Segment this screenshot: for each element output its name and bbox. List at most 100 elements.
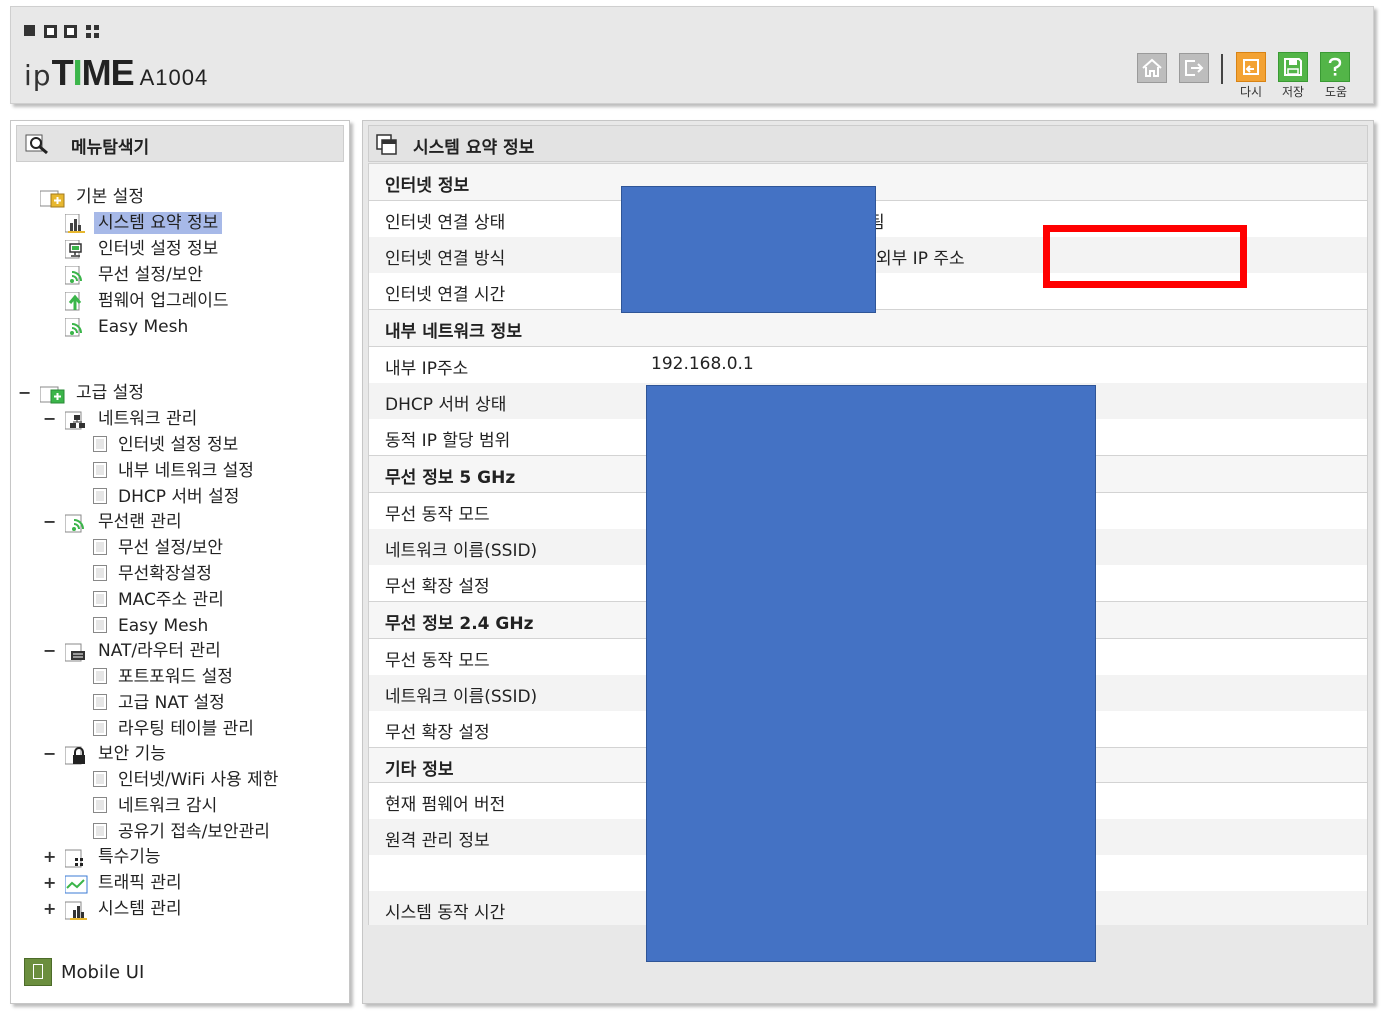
tree-network-management[interactable]: 네트워크 관리 [94,408,201,430]
tree-internet-settings-basic[interactable]: 인터넷 설정 정보 [94,238,222,260]
content-title: 시스템 요약 정보 [413,138,535,158]
tree-traffic-management[interactable]: 트래픽 관리 [94,872,186,894]
reload-label[interactable]: 다시 [1231,83,1271,100]
tree-network-monitor[interactable]: 네트워크 감시 [114,795,221,817]
page-icon [93,694,107,710]
tree-dhcp-settings[interactable]: DHCP 서버 설정 [114,486,243,508]
tree-firmware-upgrade[interactable]: 펌웨어 업그레이드 [94,290,233,312]
traffic-chart-icon [64,875,88,895]
page-icon [93,823,107,839]
tree-port-forward[interactable]: 포트포워드 설정 [114,666,237,688]
page-icon [93,436,107,452]
brand-letter: T [51,52,74,93]
tree-nat-router[interactable]: NAT/라우터 관리 [94,640,225,662]
window-icon [376,134,397,155]
expand-toggle[interactable]: + [43,873,56,892]
wifi-icon [64,317,85,338]
tree-system-summary[interactable]: 시스템 요약 정보 [94,212,223,234]
row-label: 네트워크 이름(SSID) [385,541,538,561]
row-label: 무선 확장 설정 [385,577,490,597]
wifi-icon [64,514,85,534]
tree-internet-settings[interactable]: 인터넷 설정 정보 [114,434,242,456]
menu-navigator-header: 메뉴탐색기 [16,125,344,162]
save-button[interactable] [1278,52,1308,82]
page-icon [93,771,107,787]
logout-button[interactable] [1179,53,1209,83]
row-label: 무선 동작 모드 [385,505,490,525]
tree-router-access-security[interactable]: 공유기 접속/보안관리 [114,821,274,843]
logo-squares-icon [24,25,114,39]
row-label: DHCP 서버 상태 [385,395,507,415]
save-label[interactable]: 저장 [1273,83,1313,100]
section-lan: 내부 네트워크 정보 [369,309,1367,347]
monitor-icon [64,239,85,260]
tree-wireless-security[interactable]: 무선 설정/보안 [114,537,227,559]
expand-toggle[interactable]: + [43,899,56,918]
tree-wireless-management[interactable]: 무선랜 관리 [94,511,186,533]
reload-button[interactable] [1236,52,1266,82]
tree-routing-table[interactable]: 라우팅 테이블 관리 [114,718,258,740]
help-label[interactable]: 도움 [1316,83,1356,100]
tree-special-functions[interactable]: 특수기능 [94,846,165,868]
tree-wireless-extension[interactable]: 무선확장설정 [114,563,216,585]
tree-advanced-nat[interactable]: 고급 NAT 설정 [114,692,229,714]
tree-wireless-security-basic[interactable]: 무선 설정/보안 [94,264,207,286]
help-button[interactable] [1320,52,1350,82]
row-label: 무선 동작 모드 [385,651,490,671]
tree-basic-settings[interactable]: 기본 설정 [72,186,148,208]
tree-easy-mesh-basic[interactable]: Easy Mesh [94,316,192,338]
lock-icon [64,746,85,766]
row-label: 네트워크 이름(SSID) [385,687,538,707]
tree-lan-settings[interactable]: 내부 네트워크 설정 [114,460,258,482]
magnifier-icon [25,134,48,155]
page-icon [93,488,107,504]
home-icon [1142,58,1162,77]
row-label: 원격 관리 정보 [385,831,490,851]
section-title: 기타 정보 [385,760,454,780]
row-label: 무선 확장 설정 [385,723,490,743]
row-label: 현재 펌웨어 버전 [385,795,506,815]
brand-time: TIME [51,52,135,93]
page-icon [93,720,107,736]
collapse-toggle[interactable]: − [43,409,56,428]
section-title: 무선 정보 5 GHz [385,468,516,488]
menu-navigator-title: 메뉴탐색기 [71,138,150,158]
row-lan-ip: 내부 IP주소 192.168.0.1 [369,347,1367,383]
mobile-ui-link[interactable]: Mobile UI [61,962,144,983]
tree-internet-restriction[interactable]: 인터넷/WiFi 사용 제한 [114,769,282,791]
row-label: 인터넷 연결 시간 [385,285,506,305]
page-icon [93,539,107,555]
lan-ip-value: 192.168.0.1 [651,354,754,374]
collapse-toggle[interactable]: − [43,744,56,763]
expand-toggle[interactable]: + [43,847,56,866]
brand-prefix: ip [24,59,52,92]
collapse-toggle[interactable]: − [43,641,56,660]
tree-security[interactable]: 보안 기능 [94,743,170,765]
floppy-disk-icon [1284,58,1302,76]
tree-system-management[interactable]: 시스템 관리 [94,898,186,920]
collapse-toggle[interactable]: − [43,512,56,531]
folder-settings-icon [39,189,65,209]
question-mark-icon [1328,57,1342,76]
undo-icon [1243,59,1259,75]
redaction-block [621,186,876,313]
section-title: 인터넷 정보 [385,176,470,196]
tree-easy-mesh[interactable]: Easy Mesh [114,615,212,637]
section-title: 무선 정보 2.4 GHz [385,614,534,634]
tree-mac-management[interactable]: MAC주소 관리 [114,589,228,611]
logout-icon [1185,60,1204,76]
mobile-phone-icon[interactable] [24,958,52,986]
collapse-toggle[interactable]: − [18,383,31,402]
wifi-icon [64,265,85,286]
toolbar-divider [1221,54,1223,84]
home-button[interactable] [1137,53,1167,83]
bar-chart-icon [64,213,85,234]
brand-letter-i: I [72,52,83,93]
bar-chart-icon [64,901,87,921]
tree-advanced-settings[interactable]: 고급 설정 [72,382,148,404]
row-label: 시스템 동작 시간 [385,903,506,923]
page-icon [93,462,107,478]
model-name: A1004 [139,65,209,90]
network-icon [64,411,85,431]
external-ip-label: 외부 IP 주소 [876,249,965,269]
